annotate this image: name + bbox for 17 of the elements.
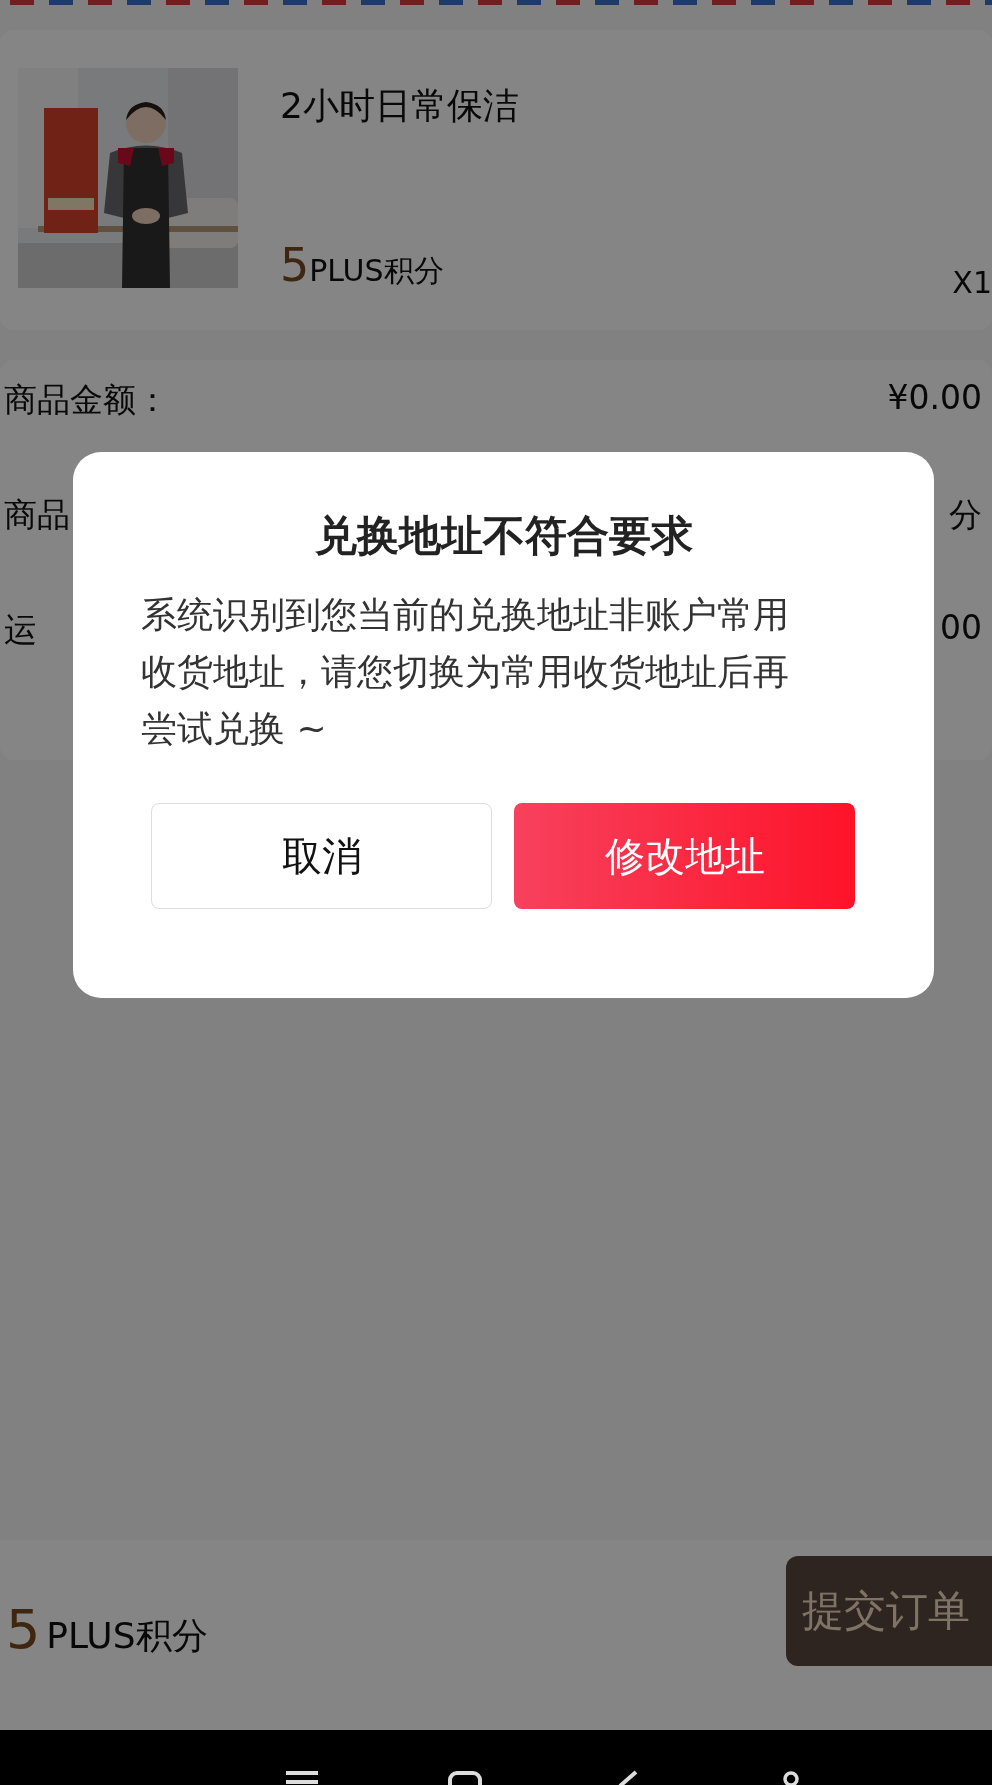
dialog-message: 系统识别到您当前的兑换地址非账户常用收货地址，请您切换为常用收货地址后再尝试兑换 ~ bbox=[141, 593, 790, 751]
summary-value: ¥0.00 bbox=[887, 378, 982, 419]
summary-label: 商品金额： bbox=[4, 379, 169, 421]
total-amount: 5 bbox=[6, 1598, 41, 1661]
cancel-button[interactable]: 取消 bbox=[151, 803, 492, 909]
summary-label: 运 bbox=[4, 609, 37, 651]
summary-label: 商品 bbox=[4, 494, 70, 536]
dialog-title: 兑换地址不符合要求 bbox=[313, 510, 694, 562]
submit-order-button[interactable]: 提交订单 bbox=[786, 1556, 992, 1666]
product-title: 2小时日常保洁 bbox=[280, 84, 520, 128]
total-unit: PLUS积分 bbox=[46, 1614, 208, 1658]
price-amount: 5 bbox=[280, 238, 310, 292]
quantity: X1 bbox=[952, 265, 992, 300]
summary-value: 00 bbox=[940, 608, 982, 649]
price-unit: PLUS积分 bbox=[309, 252, 444, 290]
confirm-button[interactable]: 修改地址 bbox=[514, 803, 855, 909]
summary-value: 分 bbox=[949, 494, 982, 536]
